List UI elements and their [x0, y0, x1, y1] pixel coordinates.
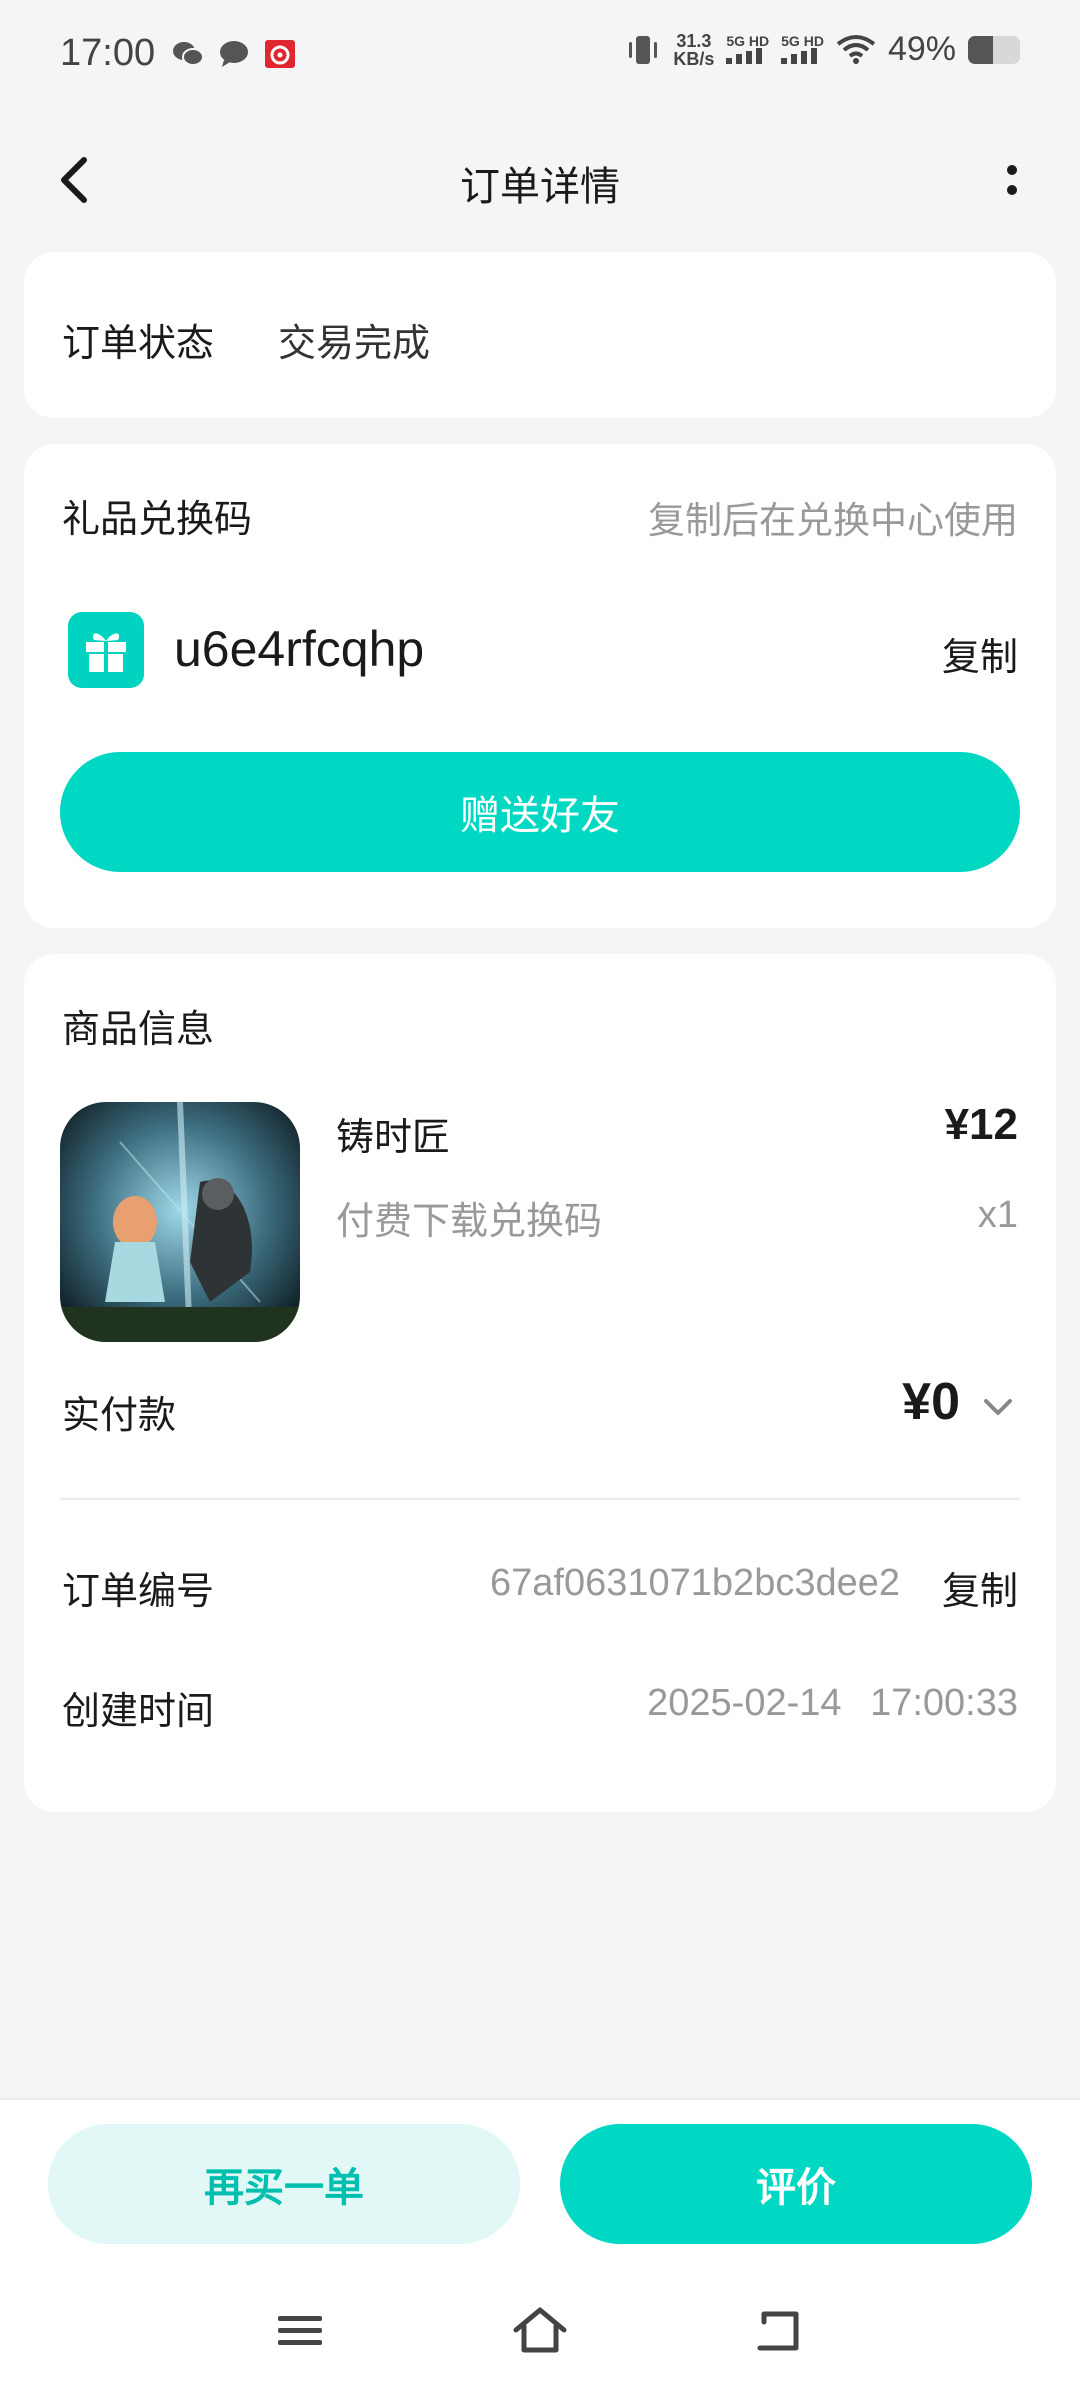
gift-icon: [68, 612, 144, 688]
order-status-value: 交易完成: [278, 321, 431, 365]
order-status-card: 订单状态 交易完成: [24, 252, 1056, 418]
wechat-icon: [173, 42, 204, 66]
buy-again-button[interactable]: 再买一单: [48, 2124, 520, 2244]
gift-code-card: 礼品兑换码 复制后在兑换中心使用 u6e4rfcqhp 复制 赠送好友: [24, 444, 1056, 928]
home-icon[interactable]: [510, 2300, 570, 2360]
chevron-down-icon[interactable]: [978, 1392, 1018, 1422]
system-nav-bar: [0, 2300, 1080, 2380]
signal-bars-icon: [726, 47, 763, 64]
signal-2: 5G HD: [781, 34, 824, 66]
dot: [1007, 165, 1017, 175]
paid-amount-value[interactable]: ¥0: [902, 1372, 960, 1432]
wifi-icon: [836, 34, 876, 64]
bottom-action-bar: 再买一单 评价: [0, 2098, 1080, 2400]
product-info-title: 商品信息: [62, 1007, 215, 1051]
send-to-friend-button[interactable]: 赠送好友: [60, 752, 1020, 872]
order-number-label: 订单编号: [62, 1569, 215, 1613]
battery-fill: [968, 35, 994, 64]
order-number-value: 67af0631071b2bc3dee2: [490, 1562, 900, 1604]
product-name: 铸时匠: [336, 1115, 451, 1159]
page-title: 订单详情: [460, 164, 620, 210]
divider: [60, 1498, 1020, 1500]
paid-amount-label: 实付款: [62, 1393, 177, 1437]
speed-unit: KB/s: [673, 48, 715, 69]
product-thumbnail[interactable]: [60, 1102, 300, 1342]
order-status-label: 订单状态: [62, 321, 215, 365]
network-speed: 31.3 KB/s: [673, 32, 714, 68]
review-button[interactable]: 评价: [560, 2124, 1032, 2244]
message-icon: [220, 41, 248, 67]
status-right: 31.3 KB/s 5G HD 5G HD 49%: [625, 30, 1020, 69]
signal-2-label: 5G HD: [781, 32, 824, 49]
status-time: 17:00: [60, 32, 156, 74]
product-quantity: x1: [977, 1194, 1018, 1236]
gift-code-hint: 复制后在兑换中心使用: [648, 499, 1018, 542]
gift-code-title: 礼品兑换码: [62, 497, 253, 541]
speed-value: 31.3: [676, 30, 712, 51]
copy-order-number-button[interactable]: 复制: [942, 1560, 1018, 1615]
created-time-label: 创建时间: [62, 1689, 215, 1733]
created-time-value: 2025-02-14 17:00:33: [647, 1682, 1018, 1724]
more-options-icon[interactable]: [984, 152, 1040, 208]
vibrate-icon: [629, 35, 658, 64]
menu-icon[interactable]: [270, 2300, 330, 2360]
dot: [1007, 185, 1017, 195]
signal-1: 5G HD: [726, 34, 769, 66]
signal-bars-icon: [781, 47, 818, 64]
product-price: ¥12: [944, 1100, 1018, 1149]
battery-percent: 49%: [887, 30, 956, 68]
battery-icon: [968, 35, 1020, 64]
status-bar: 17:00 31.3 KB/s 5G HD 5G HD 49%: [0, 0, 1080, 110]
status-notification-icons: [172, 40, 296, 68]
back-icon[interactable]: [750, 2300, 810, 2360]
product-description: 付费下载兑换码: [336, 1199, 603, 1243]
nav-bar: 订单详情: [0, 110, 1080, 250]
signal-1-label: 5G HD: [726, 32, 770, 49]
netease-music-icon: [265, 40, 295, 68]
gift-code-value: u6e4rfcqhp: [174, 621, 425, 677]
copy-gift-code-button[interactable]: 复制: [942, 626, 1018, 681]
product-info-card: 商品信息 铸时匠 ¥12 付费下载兑换码 x1 实付款 ¥0 订单编号 67af…: [24, 954, 1056, 1812]
